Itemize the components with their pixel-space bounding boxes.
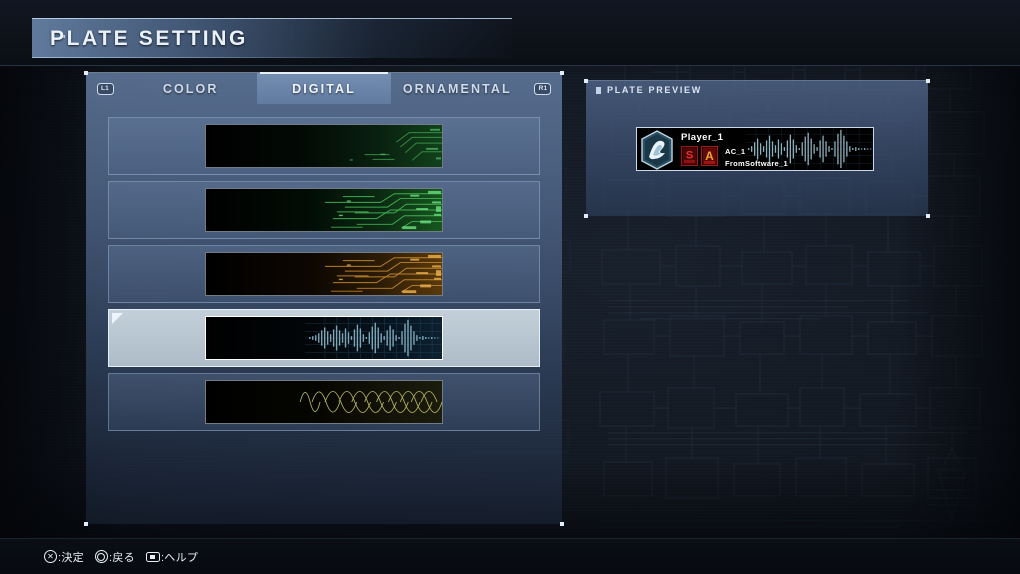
preview-corner-dot-br (926, 214, 930, 218)
preview-ac-name: AC_1 (725, 147, 746, 156)
svg-text:S: S (686, 150, 693, 162)
corner-dot-br (560, 522, 564, 526)
hint-confirm-label: :決定 (58, 551, 84, 564)
page-title: PLATE SETTING (50, 27, 248, 50)
preview-corner-dot-tl (584, 79, 588, 83)
corner-dot-bl (84, 522, 88, 526)
plate-list-item[interactable] (108, 181, 540, 239)
tab-digital-label: DIGITAL (292, 81, 356, 96)
plate-list-item[interactable] (108, 373, 540, 431)
cross-button-icon: ✕ (44, 550, 57, 563)
plate-list-item-selected[interactable] (108, 309, 540, 367)
plate-list-item[interactable] (108, 117, 540, 175)
plate-thumbnail-waveform (205, 316, 443, 360)
player-emblem-icon (641, 130, 673, 170)
tab-next-key[interactable]: R1 (524, 73, 562, 104)
hint-help[interactable]: :ヘルプ (145, 549, 199, 565)
tab-ornamental-label: ORNAMENTAL (402, 81, 512, 96)
preview-player-name: Player_1 (681, 132, 724, 143)
tab-color-label: COLOR (162, 81, 219, 96)
touchpad-button-icon (145, 551, 160, 562)
plate-list-item[interactable] (108, 245, 540, 303)
tab-prev-key[interactable]: L1 (86, 73, 124, 104)
category-tab-bar: L1 COLOR DIGITAL ORNAMENTAL R1 (86, 72, 562, 104)
hint-back[interactable]: :戻る (94, 549, 135, 565)
plate-thumbnail-circuit-green-sparse (205, 124, 443, 168)
plate-preview-panel: PLATE PREVIEW Player_1 S A AC_1 FromSoft… (584, 79, 930, 218)
l1-button-icon: L1 (96, 82, 114, 95)
footer-hint-bar: ✕ :決定 :戻る :ヘルプ (0, 538, 1020, 574)
plate-option-list (108, 117, 540, 437)
tab-ornamental[interactable]: ORNAMENTAL (391, 73, 524, 104)
hint-confirm[interactable]: ✕ :決定 (44, 549, 84, 565)
page-header: PLATE SETTING (0, 0, 1020, 66)
plate-thumbnail-circuit-green-dense (205, 188, 443, 232)
hint-back-label: :戻る (108, 551, 135, 564)
svg-text:A: A (705, 149, 714, 163)
selection-corner-icon (112, 313, 123, 324)
rank-badge-a-icon: A (701, 146, 718, 166)
tab-color[interactable]: COLOR (124, 73, 257, 104)
tab-digital[interactable]: DIGITAL (257, 72, 391, 104)
plate-thumbnail-sine (205, 380, 443, 424)
preview-heading-label: PLATE PREVIEW (607, 85, 702, 95)
title-plate: PLATE SETTING (32, 18, 512, 58)
preview-plate-card: Player_1 S A AC_1 FromSoftware_1 (636, 127, 874, 171)
bullet-square-icon (596, 86, 601, 94)
hint-help-label: :ヘルプ (160, 551, 199, 564)
circle-button-icon (94, 550, 108, 563)
plate-selection-panel: L1 COLOR DIGITAL ORNAMENTAL R1 (84, 71, 564, 526)
plate-thumbnail-circuit-amber (205, 252, 443, 296)
preview-team-name: FromSoftware_1 (725, 159, 788, 168)
preview-heading: PLATE PREVIEW (596, 85, 702, 95)
preview-corner-dot-tr (926, 79, 930, 83)
preview-corner-dot-bl (584, 214, 588, 218)
rank-badge-s-icon: S (681, 146, 698, 166)
r1-button-icon: R1 (534, 82, 552, 95)
